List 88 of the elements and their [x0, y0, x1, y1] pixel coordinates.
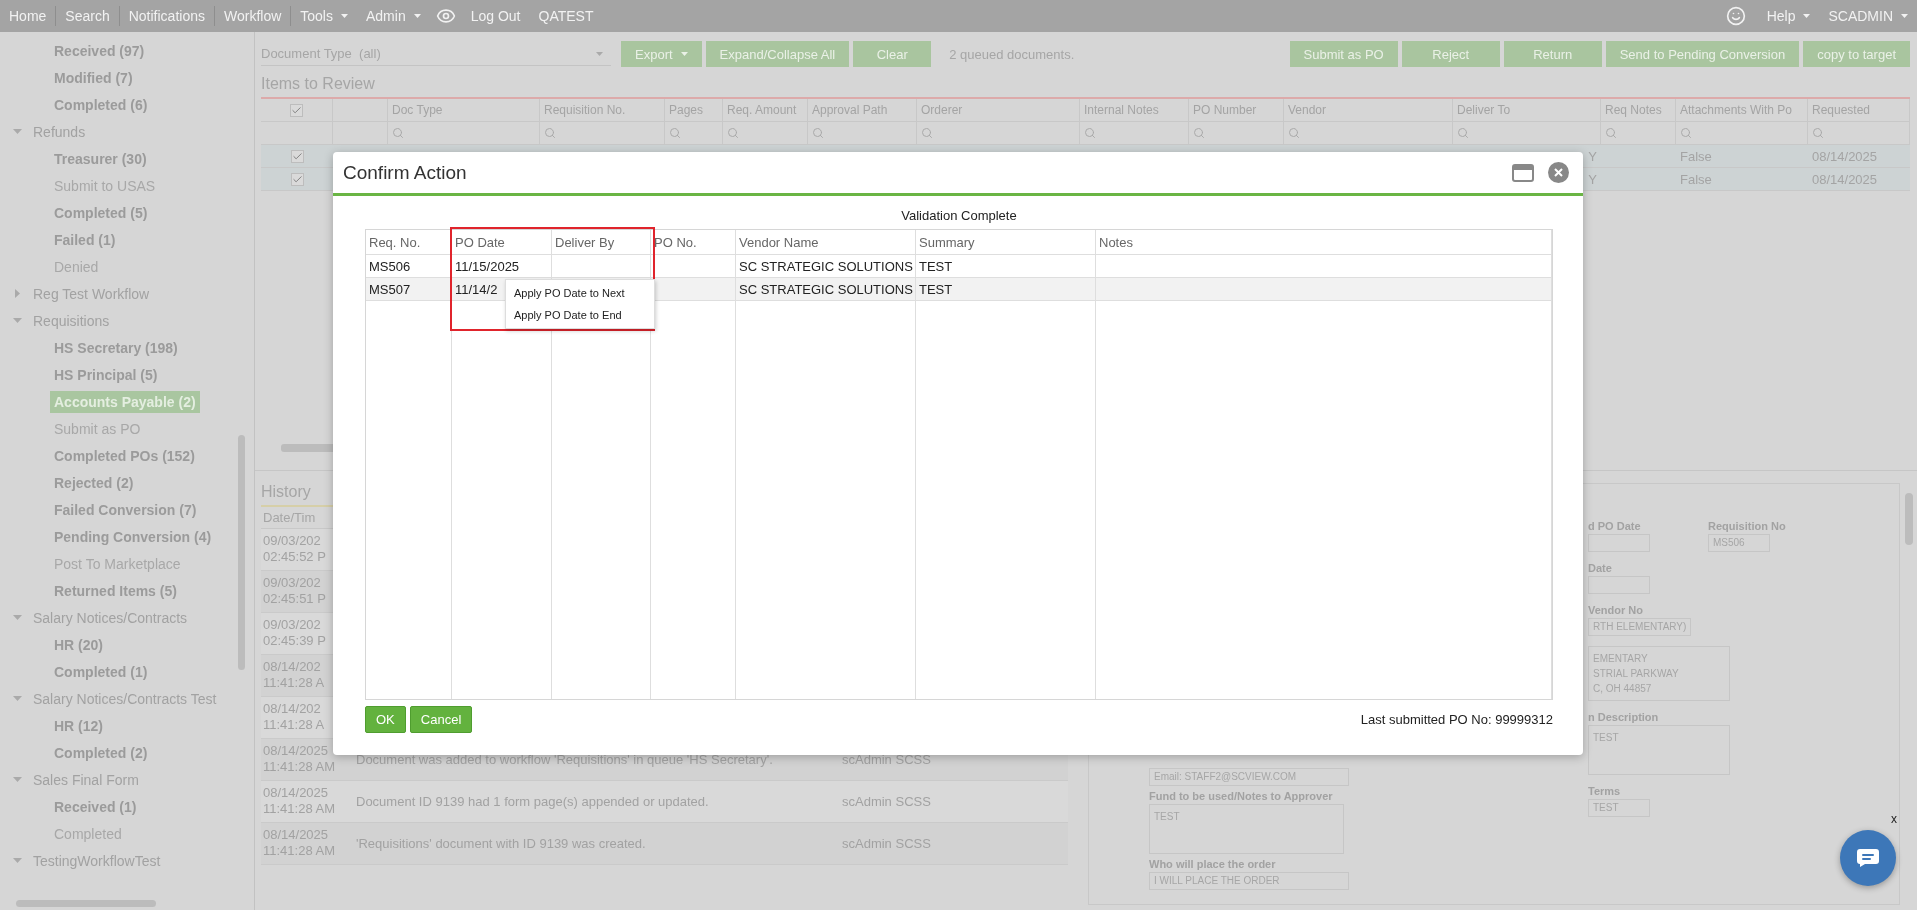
- menu-item[interactable]: Apply PO Date to End: [506, 304, 654, 326]
- search-icon[interactable]: [1193, 127, 1205, 139]
- nav-link[interactable]: Workflow: [215, 6, 292, 26]
- last-submitted-text: Last submitted PO No: 99999312: [1360, 712, 1553, 727]
- search-icon[interactable]: [392, 127, 404, 139]
- toolbar-button[interactable]: Clear: [853, 41, 932, 67]
- queue-item[interactable]: HR (20): [50, 633, 107, 656]
- nav-link[interactable]: Tools: [291, 6, 357, 26]
- search-icon[interactable]: [1457, 127, 1469, 139]
- search-icon[interactable]: [669, 127, 681, 139]
- queue-item[interactable]: Failed (1): [50, 228, 120, 251]
- checkbox[interactable]: [290, 149, 304, 163]
- dialog-heading: Validation Complete: [900, 208, 1018, 223]
- queue-item[interactable]: Pending Conversion (4): [50, 525, 216, 548]
- close-icon[interactable]: [1548, 162, 1569, 183]
- search-icon[interactable]: [544, 127, 556, 139]
- toolbar-button[interactable]: Submit as PO: [1289, 41, 1398, 67]
- queue-item[interactable]: Failed Conversion (7): [50, 498, 201, 521]
- queue-item[interactable]: Completed (5): [50, 201, 152, 224]
- maximize-icon[interactable]: [1512, 163, 1534, 182]
- caret-icon[interactable]: [13, 127, 22, 136]
- nav-link[interactable]: Notifications: [119, 6, 215, 26]
- smiley-icon[interactable]: [1725, 6, 1746, 26]
- toolbar-button[interactable]: Send to Pending Conversion: [1605, 41, 1800, 67]
- nav-link[interactable]: Log Out: [461, 6, 530, 26]
- toolbar-button[interactable]: Export: [621, 41, 702, 67]
- toolbar-button[interactable]: Reject: [1401, 41, 1500, 67]
- close-button[interactable]: x: [1891, 812, 1897, 826]
- queue-item[interactable]: HS Principal (5): [50, 363, 162, 386]
- caret-icon[interactable]: [13, 289, 22, 298]
- toolbar-button[interactable]: Return: [1503, 41, 1602, 67]
- caret-icon: [1901, 14, 1908, 18]
- nav-link[interactable]: Search: [56, 6, 120, 26]
- eye-icon[interactable]: [435, 6, 456, 26]
- queue-item[interactable]: Received (97): [50, 39, 149, 62]
- caret-icon: [1803, 14, 1811, 18]
- queue-item[interactable]: Completed (6): [50, 93, 152, 116]
- caret-icon: [413, 14, 421, 18]
- nav-link[interactable]: Help: [1757, 6, 1820, 26]
- queue-item[interactable]: Received (1): [50, 795, 141, 818]
- toolbar-button[interactable]: copy to target: [1803, 41, 1910, 67]
- queue-item[interactable]: Completed (2): [50, 741, 152, 764]
- chat-icon: [1856, 848, 1880, 868]
- scrollbar-thumb[interactable]: [16, 899, 156, 907]
- caret-icon[interactable]: [13, 775, 22, 784]
- queue-item[interactable]: HS Secretary (198): [50, 336, 182, 359]
- scrollbar-thumb[interactable]: [238, 435, 245, 670]
- queue-item[interactable]: Completed (1): [50, 660, 152, 683]
- table-cell: MS507: [366, 278, 452, 301]
- search-icon[interactable]: [727, 127, 739, 139]
- dialog-button[interactable]: Cancel: [409, 706, 473, 733]
- table-cell: SC STRATEGIC SOLUTIONS: [736, 255, 916, 278]
- checkbox[interactable]: [290, 103, 303, 117]
- queue-item[interactable]: Modified (7): [50, 66, 137, 89]
- caret-icon: [680, 52, 688, 56]
- table-cell: SC STRATEGIC SOLUTIONS: [736, 278, 916, 301]
- scrollbar-thumb[interactable]: [1905, 493, 1913, 545]
- queue-item[interactable]: HR (12): [50, 714, 107, 737]
- toolbar-button[interactable]: Expand/Collapse All: [705, 41, 850, 67]
- caret-icon[interactable]: [13, 316, 22, 325]
- chat-button[interactable]: [1840, 830, 1896, 886]
- queue-item[interactable]: Completed POs (152): [50, 444, 199, 467]
- dialog-title: Confirm Action: [343, 161, 468, 184]
- nav-link[interactable]: QATEST: [529, 6, 603, 26]
- search-icon[interactable]: [812, 127, 824, 139]
- search-icon[interactable]: [1084, 127, 1096, 139]
- queue-item[interactable]: Returned Items (5): [50, 579, 181, 602]
- search-icon[interactable]: [1605, 127, 1617, 139]
- queue-item[interactable]: Accounts Payable (2): [50, 390, 200, 413]
- search-icon[interactable]: [921, 127, 933, 139]
- table-cell: TEST: [916, 278, 1096, 301]
- checkbox[interactable]: [290, 172, 304, 186]
- queue-item[interactable]: Treasurer (30): [50, 147, 151, 170]
- caret-icon: [596, 51, 603, 56]
- caret-icon[interactable]: [13, 613, 22, 622]
- search-icon[interactable]: [1812, 127, 1824, 139]
- dialog-button[interactable]: OK: [365, 706, 406, 733]
- nav-link[interactable]: Home: [0, 6, 57, 26]
- queue-item[interactable]: Rejected (2): [50, 471, 138, 494]
- search-icon[interactable]: [1680, 127, 1692, 139]
- table-cell: TEST: [916, 255, 1096, 278]
- nav-link[interactable]: Admin: [357, 6, 430, 26]
- nav-link[interactable]: SCADMIN: [1819, 6, 1917, 26]
- caret-icon[interactable]: [13, 856, 22, 865]
- caret-icon: [341, 14, 348, 18]
- table-cell: 11/15/2025: [452, 255, 552, 278]
- search-icon[interactable]: [1288, 127, 1300, 139]
- caret-icon[interactable]: [13, 694, 22, 703]
